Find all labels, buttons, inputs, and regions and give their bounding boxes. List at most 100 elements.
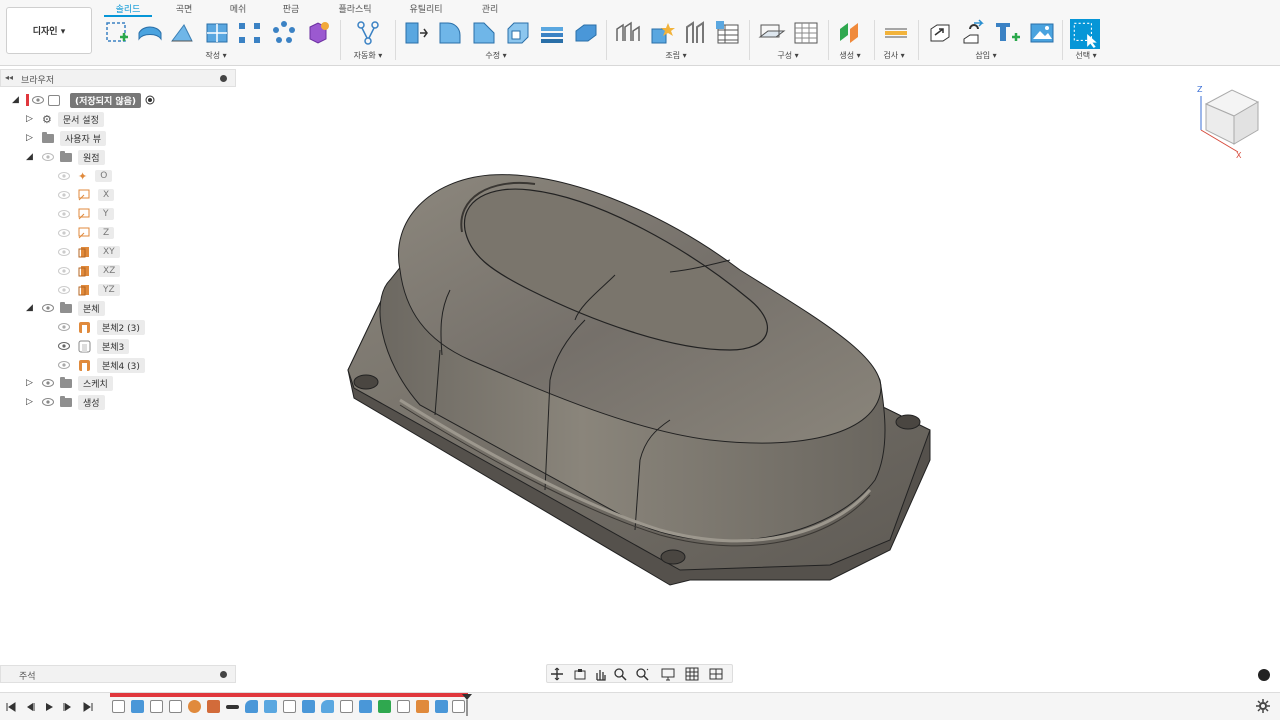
eye-icon[interactable] [32, 96, 44, 104]
timeline-first-icon[interactable] [5, 701, 17, 713]
timeline-marker-icon[interactable] [226, 705, 239, 709]
timeline-extrude-icon[interactable] [131, 700, 144, 713]
bodies-label[interactable]: 본체 [78, 300, 105, 316]
body4-label[interactable]: 본체4 (3) [97, 357, 145, 373]
construction-label[interactable]: 생성 [78, 394, 105, 410]
insert-link-icon[interactable] [960, 19, 988, 47]
tree-item-bodies[interactable]: ◢ 본체 [26, 300, 105, 316]
eye-hidden-icon[interactable] [58, 248, 70, 256]
origin-z-label[interactable]: Z [98, 227, 115, 239]
joint-icon[interactable] [648, 19, 676, 47]
timeline-marker-handle[interactable] [462, 694, 472, 716]
origin-yz-label[interactable]: YZ [98, 284, 120, 296]
chamfer-icon[interactable] [470, 19, 498, 47]
timeline-settings-gear-icon[interactable] [1256, 699, 1270, 713]
tab-sheet-metal[interactable]: 판금 [271, 2, 311, 16]
timeline-sketch-icon[interactable] [340, 700, 353, 713]
tree-item-origin-z[interactable]: Z [58, 225, 115, 241]
sketches-label[interactable]: 스케치 [78, 375, 113, 391]
tree-item-named-views[interactable]: ▷ 사용자 뷰 [26, 130, 106, 146]
browser-pin-icon[interactable] [220, 75, 227, 82]
construct-table-icon[interactable] [792, 19, 820, 47]
tree-item-plane-xz[interactable]: XZ [58, 263, 121, 279]
expand-down-icon[interactable]: ◢ [12, 95, 22, 105]
timeline-sketch-icon[interactable] [397, 700, 410, 713]
origin-xy-label[interactable]: XY [98, 246, 120, 258]
eye-hidden-icon[interactable] [58, 210, 70, 218]
combine-icon[interactable] [538, 19, 566, 47]
tree-item-body2[interactable]: 본체2 (3) [58, 319, 145, 335]
as-built-joint-icon[interactable] [682, 19, 710, 47]
viewcube[interactable]: Z X [1194, 82, 1266, 164]
timeline-sketch-icon[interactable] [150, 700, 163, 713]
expand-down-icon[interactable]: ◢ [26, 152, 36, 162]
annotations-header[interactable]: 주석 [0, 665, 236, 683]
insert-group-label[interactable]: 삽입 ▾ [964, 50, 1008, 61]
3d-model-viewport[interactable] [330, 160, 950, 600]
annotations-pin-icon[interactable] [220, 671, 227, 678]
timeline-extrude-icon[interactable] [302, 700, 315, 713]
expand-down-icon[interactable]: ◢ [26, 303, 36, 313]
activate-radio-icon[interactable] [145, 95, 155, 105]
eye-icon[interactable] [42, 379, 54, 387]
tree-item-origin-y[interactable]: Y [58, 206, 114, 222]
origin-label[interactable]: 원점 [78, 149, 105, 165]
grid-settings-icon[interactable] [685, 667, 699, 681]
tab-solid[interactable]: 솔리드 [104, 2, 152, 16]
circular-pattern-icon[interactable] [270, 19, 298, 47]
expand-right-icon[interactable]: ▷ [26, 133, 36, 143]
expand-right-icon[interactable]: ▷ [26, 378, 36, 388]
timeline-sketch-icon[interactable] [112, 700, 125, 713]
eye-icon[interactable] [42, 398, 54, 406]
eye-hidden-icon[interactable] [58, 286, 70, 294]
insert-mcmaster-icon[interactable] [994, 19, 1022, 47]
eye-hidden-icon[interactable] [58, 229, 70, 237]
comments-icon[interactable] [1258, 669, 1270, 681]
origin-x-label[interactable]: X [98, 189, 115, 201]
tree-item-plane-xy[interactable]: XY [58, 244, 120, 260]
eye-hidden-icon[interactable] [58, 191, 70, 199]
timeline-fillet-icon[interactable] [188, 700, 201, 713]
automate-icon[interactable] [354, 19, 382, 47]
origin-y-label[interactable]: Y [98, 208, 114, 220]
timeline-last-icon[interactable] [82, 701, 94, 713]
timeline-play-icon[interactable] [43, 701, 55, 713]
timeline-extrude-icon[interactable] [359, 700, 372, 713]
rectangular-pattern-icon[interactable] [236, 19, 264, 47]
replace-face-icon[interactable] [572, 19, 600, 47]
generate-group-label[interactable]: 생성 ▾ [830, 50, 870, 61]
insert-derive-icon[interactable] [926, 19, 954, 47]
generative-design-icon[interactable] [836, 19, 864, 47]
viewports-icon[interactable] [709, 667, 723, 681]
eye-hidden-icon[interactable] [58, 323, 70, 331]
eye-icon[interactable] [42, 304, 54, 312]
measure-icon[interactable] [882, 19, 910, 47]
expand-right-icon[interactable]: ▷ [26, 397, 36, 407]
zoom-icon[interactable] [613, 667, 627, 681]
eye-hidden-icon[interactable] [58, 267, 70, 275]
timeline-back-icon[interactable] [24, 701, 36, 713]
eye-icon[interactable] [58, 342, 70, 350]
timeline-sketch-icon[interactable] [283, 700, 296, 713]
look-at-icon[interactable] [573, 667, 587, 681]
new-component-icon[interactable] [614, 19, 642, 47]
tree-item-construction[interactable]: ▷ 생성 [26, 394, 105, 410]
extrude-icon[interactable] [168, 19, 196, 47]
box-icon[interactable] [204, 19, 232, 47]
construct-group-label[interactable]: 구성 ▾ [766, 50, 810, 61]
eye-hidden-icon[interactable] [58, 172, 70, 180]
insert-canvas-icon[interactable] [1028, 19, 1056, 47]
tree-item-plane-yz[interactable]: YZ [58, 282, 120, 298]
timeline-forward-icon[interactable] [62, 701, 74, 713]
workspace-switcher[interactable]: 디자인 ▾ [6, 7, 92, 54]
timeline-shell-icon[interactable] [264, 700, 277, 713]
timeline-sketch-icon[interactable] [169, 700, 182, 713]
browser-collapse-button[interactable]: ◂◂ [5, 73, 13, 82]
automate-group-label[interactable]: 자동화 ▾ [346, 50, 390, 61]
tree-item-sketches[interactable]: ▷ 스케치 [26, 375, 113, 391]
timeline-fillet-icon[interactable] [321, 700, 334, 713]
tab-surface[interactable]: 곡면 [164, 2, 204, 16]
tree-item-body3[interactable]: 본체3 [58, 338, 130, 354]
browser-header[interactable]: ◂◂ 브라우저 [0, 69, 236, 87]
eye-hidden-icon[interactable] [42, 153, 54, 161]
